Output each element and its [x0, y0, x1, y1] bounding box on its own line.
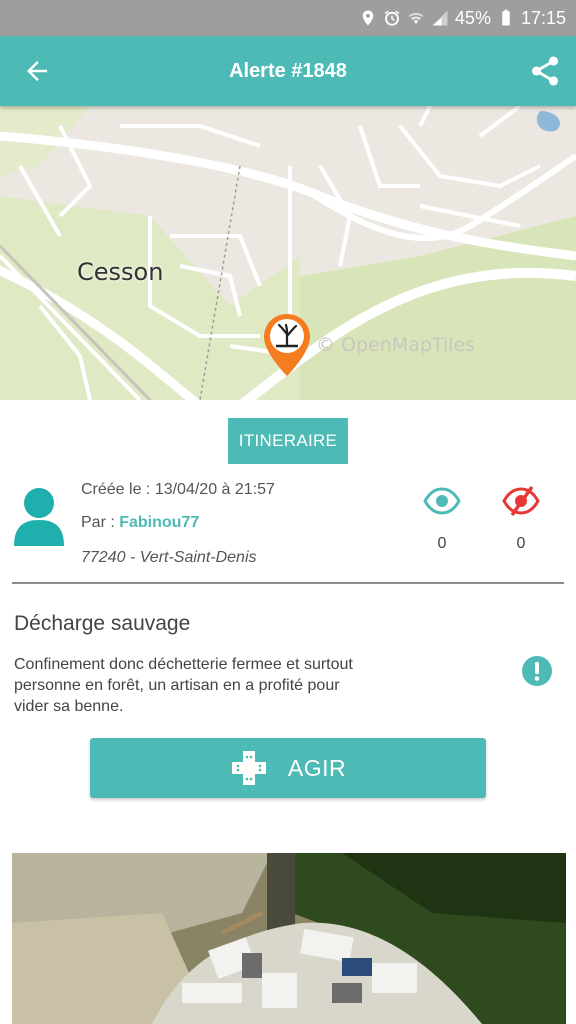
status-bar: 45% 17:15 [0, 0, 576, 36]
dead-tree-marker-icon [264, 314, 310, 376]
alert-map-marker[interactable] [262, 312, 312, 378]
author-prefix: Par : [81, 514, 120, 531]
report-button[interactable] [522, 656, 552, 686]
seen-count: 0 [437, 535, 447, 552]
author-line: Par : Fabinou77 [81, 514, 199, 532]
map-view[interactable]: Cesson © OpenMapTiles [0, 106, 576, 400]
itinerary-button[interactable]: ITINERAIRE [228, 418, 348, 464]
wifi-icon [407, 9, 425, 27]
share-button[interactable] [528, 54, 562, 88]
share-icon [531, 56, 559, 86]
divider [12, 582, 564, 584]
alert-description: Confinement donc déchetterie fermee et s… [14, 656, 353, 715]
alarm-icon [383, 9, 401, 27]
eye-off-icon [502, 485, 540, 517]
battery-icon [497, 9, 515, 27]
clock: 17:15 [520, 7, 566, 28]
eye-icon [423, 487, 461, 515]
avatar [14, 486, 64, 546]
battery-level: 45% [454, 7, 491, 28]
author-name[interactable]: Fabinou77 [119, 514, 199, 531]
map-place-label: Cesson [77, 258, 164, 286]
unseen-counter[interactable]: 0 [496, 485, 546, 553]
created-date: Créée le : 13/04/20 à 21:57 [81, 481, 275, 498]
dump-photo [12, 853, 566, 1024]
location-icon [359, 9, 377, 27]
app-bar: Alerte #1848 [0, 36, 576, 106]
unseen-count: 0 [516, 535, 526, 552]
alert-photo[interactable] [12, 853, 566, 1024]
alert-type: Décharge sauvage [14, 612, 191, 635]
alert-location: 77240 - Vert-Saint-Denis [81, 549, 257, 566]
page-title: Alerte #1848 [229, 59, 347, 82]
bandage-icon [231, 751, 266, 785]
map-attribution: © OpenMapTiles [316, 334, 476, 356]
exclamation-icon [522, 656, 552, 686]
arrow-left-icon [27, 61, 47, 81]
seen-counter[interactable]: 0 [417, 486, 467, 553]
back-button[interactable] [22, 56, 52, 86]
act-button[interactable]: AGIR [90, 738, 486, 798]
act-button-label: AGIR [287, 754, 347, 781]
user-icon [14, 488, 64, 546]
signal-icon [431, 9, 449, 27]
